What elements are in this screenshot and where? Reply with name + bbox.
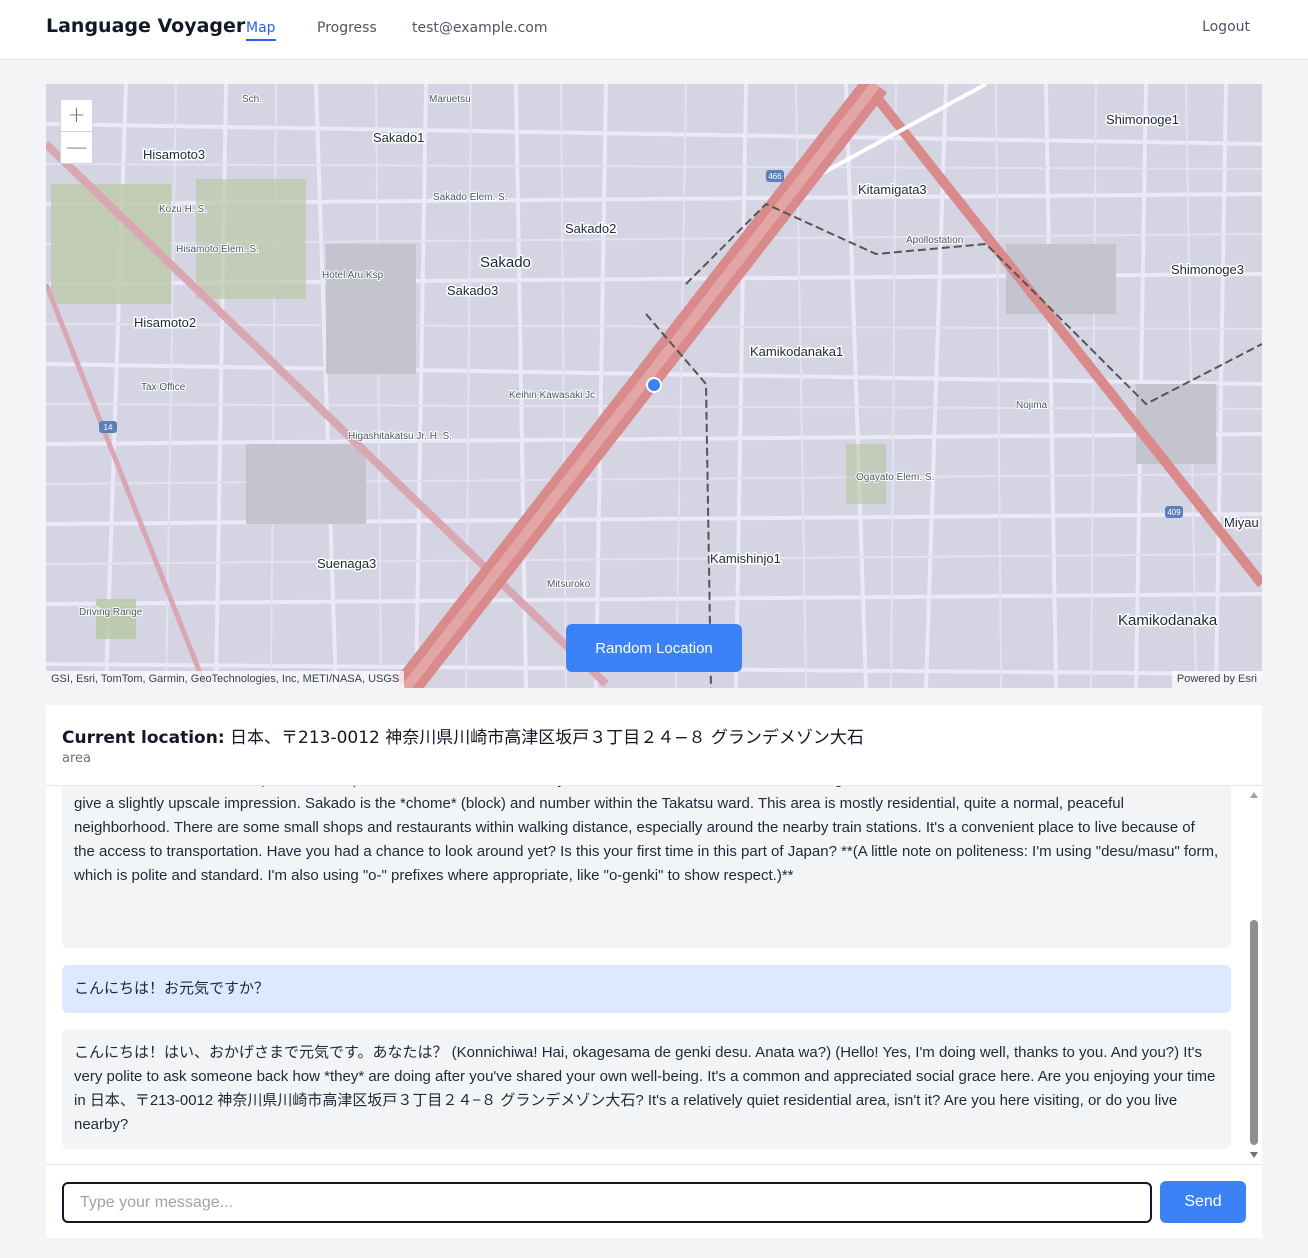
map-label-higashitakatsu: Higashitakatsu Jr. H. S. [348,431,452,442]
map-view[interactable]: 466 14 409 Hisamoto3 Hisamoto2 Sakado1 S… [46,84,1262,688]
map-label-sakado1: Sakado1 [373,130,424,145]
scroll-down-arrow-icon[interactable] [1250,1152,1258,1158]
zoom-out-button[interactable]: — [61,131,92,162]
route-shield-14-label: 14 [104,423,113,432]
map-label-apollostation: Apollostation [906,235,963,246]
location-panel: Current location: 日本、〒213-0012 神奈川県川崎市高津… [46,705,1262,786]
map-label-sakado-elem: Sakado Elem. S. [433,192,507,203]
route-shield-466-label: 466 [768,172,782,181]
map-label-nojima: Nojima [1016,400,1048,411]
logout-button[interactable]: Logout [1202,19,1250,35]
map-label-hisamoto2: Hisamoto2 [134,315,196,330]
scrollbar-thumb[interactable] [1250,920,1258,1145]
zoom-in-button[interactable]: + [61,100,92,131]
assistant-message: こんにちは！はい、おかげさまで元気です。あなたは？ (Konnichiwa! H… [62,1029,1231,1149]
map-label-kamishinjo1: Kamishinjo1 [710,551,781,566]
map-label-sch: Sch. [242,94,262,105]
map-label-sakado2: Sakado2 [565,221,616,236]
zoom-controls: + — [60,99,93,164]
map-label-sakado3: Sakado3 [447,283,498,298]
chat-history[interactable]: Maison Oishi," which is an apartment com… [46,786,1262,1164]
map-label-maruetsu: Maruetsu [429,94,471,105]
route-shield-409-label: 409 [1167,508,1181,517]
map-label-kitamigata3: Kitamigata3 [858,182,927,197]
user-email: test@example.com [412,20,548,36]
map-label-tax-office: Tax Office [141,382,186,393]
random-location-button[interactable]: Random Location [566,624,742,672]
map-attribution: GSI, Esri, TomTom, Garmin, GeoTechnologi… [46,671,405,688]
map-label-hisamoto-elem: Hisamoto Elem. S. [176,244,259,255]
brand-title: Language Voyager [46,15,246,37]
map-label-driving-range: Driving Range [79,607,143,618]
map-label-keihin: Keihin Kawasaki Jc [509,390,595,401]
map-label-shimonoge1: Shimonoge1 [1106,112,1179,127]
location-type: area [62,751,91,766]
map-label-miyau: Miyau [1224,515,1259,530]
map-label-sakado: Sakado [480,254,531,271]
user-message: こんにちは！お元気ですか？ [62,965,1231,1013]
map-label-kamikodanaka: Kamikodanaka [1118,612,1218,629]
message-input[interactable] [62,1182,1152,1223]
map-label-shimonoge3: Shimonoge3 [1171,262,1244,277]
map-basemap[interactable]: 466 14 409 Hisamoto3 Hisamoto2 Sakado1 S… [46,84,1262,688]
map-label-mitsuroko: Mitsuroko [547,579,591,590]
scroll-up-arrow-icon[interactable] [1250,792,1258,798]
message-composer: Send [46,1164,1262,1238]
map-label-kozu: Kozu H. S. [159,204,207,215]
map-label-kamikodanaka1: Kamikodanaka1 [750,344,843,359]
map-label-suenaga3: Suenaga3 [317,556,376,571]
nav-link-map[interactable]: Map [246,20,276,41]
current-location-label: Current location: [62,728,225,748]
current-location: Current location: 日本、〒213-0012 神奈川県川崎市高津… [62,723,864,748]
assistant-message: Maison Oishi," which is an apartment com… [62,786,1231,948]
map-label-hotel: Hotel Aru Ksp [322,270,384,281]
current-location-address: 日本、〒213-0012 神奈川県川崎市高津区坂戸３丁目２４−８ グランデメゾン… [230,728,864,748]
map-label-hisamoto3: Hisamoto3 [143,147,205,162]
top-navigation: Language Voyager Map Progress test@examp… [0,0,1308,60]
nav-link-progress[interactable]: Progress [317,20,377,36]
send-button[interactable]: Send [1160,1181,1246,1223]
powered-by-esri[interactable]: Powered by Esri [1171,671,1262,688]
chat-scrollbar[interactable] [1249,790,1259,1160]
map-label-ogayato: Ogayato Elem. S. [856,472,934,483]
